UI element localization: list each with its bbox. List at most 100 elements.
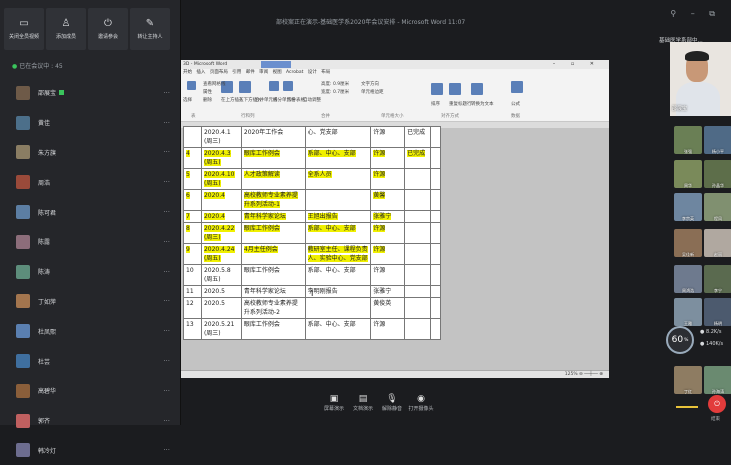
participant-row[interactable]: 郭齐 ··· xyxy=(0,406,180,436)
more-options-icon[interactable]: ··· xyxy=(163,268,170,276)
table-cell-person[interactable]: 系部、中心、支部 xyxy=(304,222,372,244)
table-cell-no[interactable] xyxy=(183,126,202,148)
table-cell-date[interactable]: 2020.4 xyxy=(200,189,242,211)
table-cell-host[interactable]: 黄俊英 xyxy=(370,297,406,319)
table-cell-no[interactable]: 6 xyxy=(183,189,202,211)
table-cell-date[interactable]: 2020.4.22 (周三) xyxy=(200,222,242,244)
table-cell-no[interactable]: 4 xyxy=(183,147,202,169)
table-cell-status[interactable] xyxy=(404,168,431,190)
ribbon-label[interactable]: 宽度: 0.7厘米 xyxy=(321,89,349,95)
table-cell-empty[interactable] xyxy=(429,168,442,190)
table-cell-content[interactable]: 眼库工作例会 xyxy=(240,264,306,286)
table-cell-status[interactable] xyxy=(404,189,431,211)
video-thumbnail[interactable]: 周华 xyxy=(674,160,702,188)
more-options-icon[interactable]: ··· xyxy=(163,148,170,156)
more-options-icon[interactable]: ··· xyxy=(163,417,170,425)
table-cell-host[interactable]: 许源 xyxy=(370,147,406,169)
active-speaker-video[interactable]: 邵展宝 xyxy=(670,42,731,116)
ribbon-icon[interactable] xyxy=(239,81,251,93)
table-cell-host[interactable]: 许源 xyxy=(370,126,406,148)
participant-row[interactable]: 陈露 ··· xyxy=(0,227,180,257)
table-cell-person[interactable]: 系部、中心、支部 xyxy=(304,147,372,169)
table-cell-empty[interactable] xyxy=(429,285,442,298)
table-cell-empty[interactable] xyxy=(429,210,442,223)
table-cell-no[interactable]: 13 xyxy=(183,318,202,340)
more-options-icon[interactable]: ··· xyxy=(163,208,170,216)
table-cell-status[interactable] xyxy=(404,243,431,265)
table-cell-person[interactable]: 李明刚报告 xyxy=(304,285,372,298)
table-cell-date[interactable]: 2020.4.10 (周五) xyxy=(200,168,242,190)
video-thumbnail[interactable]: 赵丽 xyxy=(704,229,731,257)
participant-row[interactable]: 丁如萍 ··· xyxy=(0,287,180,317)
table-cell-content[interactable]: 人才政策解读 xyxy=(240,168,306,190)
table-cell-status[interactable] xyxy=(404,285,431,298)
ribbon-label[interactable]: 属性 xyxy=(203,89,212,95)
host-button-3[interactable]: ✎ 转让主持人 xyxy=(130,8,170,50)
table-cell-content[interactable]: 2020年工作会 xyxy=(240,126,306,148)
table-cell-status[interactable]: 已完成 xyxy=(404,147,431,169)
video-thumbnail[interactable]: 张强 xyxy=(674,126,702,154)
video-thumbnail[interactable]: 孙晶华 xyxy=(704,160,731,188)
table-cell-content[interactable]: 眼库工作例会 xyxy=(240,147,306,169)
ribbon-icon[interactable] xyxy=(187,81,196,90)
participant-row[interactable]: 杜凤熙 ··· xyxy=(0,316,180,346)
table-cell-host[interactable]: 许源 xyxy=(370,264,406,286)
network-gauge[interactable]: 60% xyxy=(666,326,694,354)
table-cell-host[interactable]: 许源 xyxy=(370,168,406,190)
table-cell-content[interactable]: 高校教师专业素养提升系列活动-1 xyxy=(240,189,306,211)
table-cell-no[interactable]: 7 xyxy=(183,210,202,223)
toolbar-button-3[interactable]: ◉ 打开摄像头 xyxy=(391,393,451,412)
ribbon-label[interactable]: 单元格边距 xyxy=(361,89,384,95)
table-cell-person[interactable]: 全系人员 xyxy=(304,168,372,190)
participant-row[interactable]: 黄佳 ··· xyxy=(0,108,180,138)
table-cell-no[interactable]: 9 xyxy=(183,243,202,265)
ribbon-label[interactable]: 查看网格线 xyxy=(203,81,226,87)
ribbon-label[interactable]: 公式 xyxy=(511,101,520,107)
more-options-icon[interactable]: ··· xyxy=(163,297,170,305)
table-cell-empty[interactable] xyxy=(429,126,442,148)
participant-row[interactable]: 杜芸 ··· xyxy=(0,346,180,376)
table-cell-no[interactable]: 11 xyxy=(183,285,202,298)
table-cell-person[interactable]: 教研室主任、课程负责人、实验中心、党支部 xyxy=(304,243,372,265)
ribbon-icon[interactable] xyxy=(511,81,523,93)
table-cell-date[interactable]: 2020.5.21 (周三) xyxy=(200,318,242,340)
table-cell-empty[interactable] xyxy=(429,243,442,265)
table-cell-status[interactable] xyxy=(404,297,431,319)
ribbon-icon[interactable] xyxy=(269,81,279,91)
ribbon-label[interactable]: 选择 xyxy=(183,97,192,103)
video-thumbnail[interactable]: 杨明 xyxy=(704,298,731,326)
table-cell-no[interactable]: 5 xyxy=(183,168,202,190)
ribbon-label[interactable]: 删除 xyxy=(203,97,212,103)
video-thumbnail[interactable]: 李宁 xyxy=(704,265,731,293)
table-cell-date[interactable]: 2020.4 xyxy=(200,210,242,223)
table-cell-date[interactable]: 2020.4.24 (周五) xyxy=(200,243,242,265)
table-cell-status[interactable] xyxy=(404,318,431,340)
table-cell-no[interactable]: 8 xyxy=(183,222,202,244)
more-options-icon[interactable]: ··· xyxy=(163,387,170,395)
table-cell-content[interactable]: 4月主任例会 xyxy=(240,243,306,265)
video-thumbnail[interactable]: 王雅 xyxy=(674,298,702,326)
table-cell-person[interactable]: 王旭出报告 xyxy=(304,210,372,223)
table-cell-person[interactable] xyxy=(304,189,372,211)
ribbon-icon[interactable] xyxy=(471,83,483,95)
ribbon-label[interactable]: 文字方向 xyxy=(361,81,379,87)
ribbon-icon[interactable] xyxy=(431,83,443,95)
table-cell-person[interactable] xyxy=(304,297,372,319)
table-cell-content[interactable]: 眼库工作例会 xyxy=(240,318,306,340)
participant-row[interactable]: 高碧华 ··· xyxy=(0,376,180,406)
more-options-icon[interactable]: ··· xyxy=(163,327,170,335)
word-ribbon-tabs[interactable]: 开始 插入 页面布局 引用 邮件 审阅 视图 Acrobat 设计 布局 xyxy=(181,69,609,77)
more-options-icon[interactable]: ··· xyxy=(163,119,170,127)
table-cell-date[interactable]: 2020.5 xyxy=(200,285,242,298)
end-meeting-button[interactable]: ⏻ xyxy=(708,395,726,413)
table-cell-content[interactable]: 青年科学家论坛 xyxy=(240,285,306,298)
ribbon-label[interactable]: 重复标题行 xyxy=(449,101,472,107)
table-cell-no[interactable]: 10 xyxy=(183,264,202,286)
table-cell-person[interactable]: 心、党支部 xyxy=(304,126,372,148)
table-cell-no[interactable]: 12 xyxy=(183,297,202,319)
video-thumbnail[interactable]: 周鸿浩 xyxy=(674,265,702,293)
participant-row[interactable]: 朱方旗 ··· xyxy=(0,138,180,168)
video-thumbnail[interactable]: 吴佳新 xyxy=(674,229,702,257)
more-options-icon[interactable]: ··· xyxy=(163,238,170,246)
host-button-2[interactable]: ⏻ 邀请参会 xyxy=(88,8,128,50)
